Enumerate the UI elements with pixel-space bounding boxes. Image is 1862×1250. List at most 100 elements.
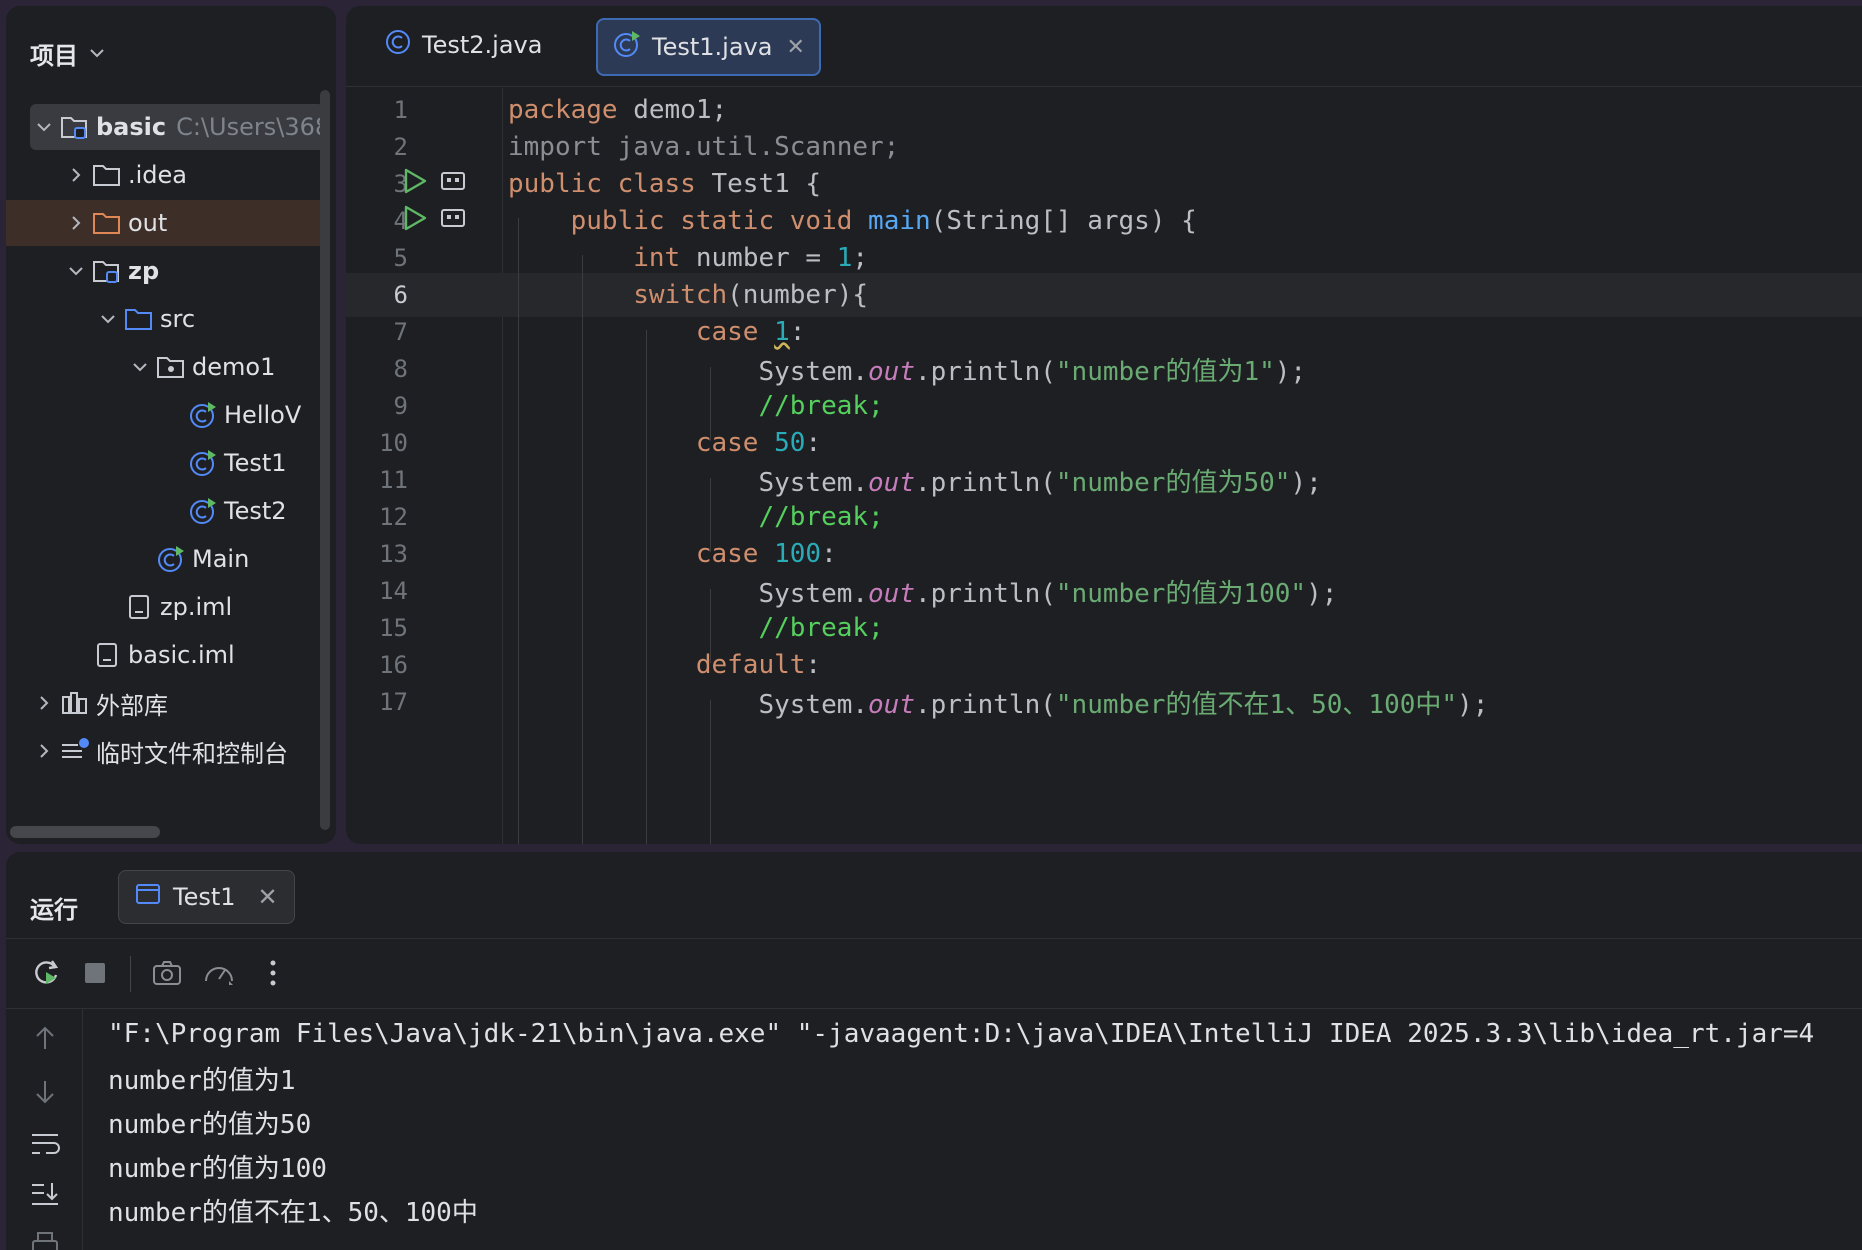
folder-icon [92, 161, 122, 189]
toolbar-divider [6, 938, 1862, 939]
tree-item-idea[interactable]: .idea [6, 152, 324, 198]
horizontal-scrollbar[interactable] [10, 826, 160, 838]
chevron-right-icon[interactable] [66, 214, 86, 232]
tree-item-basic-iml[interactable]: basic.iml [6, 632, 324, 678]
tree-item-label: .idea [128, 161, 188, 189]
console-side-toolbar [6, 1009, 83, 1250]
camera-icon[interactable] [150, 956, 184, 990]
chevron-right-icon[interactable] [34, 742, 54, 760]
tree-item-zp-iml[interactable]: zp.iml [6, 584, 324, 630]
run-gutter-icon[interactable] [402, 204, 428, 239]
console-line: number的值为50 [108, 1109, 312, 1140]
code-line: 17 System.out.println("number的值不在1、50、10… [346, 680, 1862, 724]
tree-item-label: zp [128, 257, 160, 285]
rerun-icon[interactable] [30, 956, 64, 990]
line-number: 12 [379, 503, 408, 531]
java-runnable-class-icon [612, 29, 642, 65]
chevron-down-icon[interactable] [130, 358, 150, 376]
console-output[interactable]: "F:\Program Files\Java\jdk-21\bin\java.e… [108, 1012, 1862, 1250]
tab-test2-java[interactable]: Test2.java [370, 18, 556, 72]
vertical-scrollbar[interactable] [320, 90, 330, 830]
project-header[interactable]: 项目 [30, 36, 106, 71]
console-line: number的值为100 [108, 1153, 327, 1184]
debug-gutter-icon[interactable] [440, 169, 466, 199]
package-icon [156, 353, 186, 381]
run-tab-label: Test1 [173, 883, 236, 911]
tree-item-src[interactable]: src [6, 296, 324, 342]
indent-guide [710, 367, 711, 441]
tree-item-test1[interactable]: Test1 [6, 440, 324, 486]
editor-panel: Test2.java Test1.java ✕ 1 package demo1;… [346, 6, 1862, 844]
line-number: 15 [379, 614, 408, 642]
tree-item-out[interactable]: out [6, 200, 324, 246]
chevron-down-icon[interactable] [98, 310, 118, 328]
tree-item-13[interactable]: 临时文件和控制台 [6, 728, 324, 774]
soft-wrap-icon[interactable] [28, 1127, 62, 1161]
console-icon [135, 883, 161, 911]
line-number: 2 [393, 133, 408, 161]
iml-file-icon [92, 641, 122, 669]
tree-item-basic[interactable]: basic C:\Users\3680 [30, 104, 324, 150]
indent-guide [518, 218, 519, 844]
profiler-gauge-icon[interactable] [202, 956, 236, 990]
line-number: 16 [379, 651, 408, 679]
more-options-icon[interactable] [256, 956, 290, 990]
close-icon[interactable]: ✕ [786, 35, 804, 60]
line-number: 4 [393, 207, 408, 235]
project-panel: 项目 basic C:\Users\3680 .idea out zp src demo1 H… [6, 6, 336, 844]
tree-item-hellov[interactable]: HelloV [6, 392, 324, 438]
line-number: 7 [393, 318, 408, 346]
close-icon[interactable]: ✕ [258, 883, 278, 911]
print-icon[interactable] [28, 1227, 62, 1250]
tree-item-label: Main [192, 545, 250, 573]
code-area[interactable]: 1 package demo1; 2 import java.util.Scan… [346, 88, 1862, 844]
tab-label: Test2.java [422, 31, 543, 59]
tree-item-label: 外部库 [96, 691, 168, 720]
source-folder-icon [124, 305, 154, 333]
module-folder-icon [60, 113, 90, 141]
tree-item-label: Test2 [224, 497, 287, 525]
excluded-folder-icon [92, 209, 122, 237]
tree-item-zp[interactable]: zp [6, 248, 324, 294]
scroll-to-end-icon[interactable] [28, 1177, 62, 1211]
tree-item-path: C:\Users\3680 [176, 113, 324, 141]
scratches-icon [60, 737, 90, 765]
console-line: number的值为1 [108, 1065, 296, 1096]
toolbar-bottom-divider [6, 1008, 1862, 1009]
project-title: 项目 [30, 42, 78, 70]
toolbar-separator [130, 956, 131, 992]
chevron-down-icon[interactable] [66, 262, 86, 280]
indent-guide [710, 700, 711, 844]
java-class-icon [156, 545, 186, 573]
java-class-icon [188, 497, 218, 525]
line-number: 8 [393, 355, 408, 383]
line-number: 11 [379, 466, 408, 494]
line-number: 17 [379, 688, 408, 716]
console-line: number的值不在1、50、100中 [108, 1197, 478, 1228]
tab-test1-java[interactable]: Test1.java ✕ [596, 18, 821, 76]
tree-item-label: HelloV [224, 401, 302, 429]
debug-gutter-icon[interactable] [440, 206, 466, 236]
chevron-down-icon[interactable] [34, 118, 54, 136]
module-folder-icon [92, 257, 122, 285]
run-title: 运行 [30, 896, 78, 924]
tree-item-label: out [128, 209, 168, 237]
tree-item-main[interactable]: Main [6, 536, 324, 582]
arrow-up-icon[interactable] [28, 1021, 62, 1055]
iml-file-icon [124, 593, 154, 621]
arrow-down-icon[interactable] [28, 1075, 62, 1109]
run-tab-test1[interactable]: Test1 ✕ [118, 870, 295, 924]
indent-guide [710, 478, 711, 552]
stop-icon[interactable] [78, 956, 112, 990]
line-number: 5 [393, 244, 408, 272]
indent-guide [582, 255, 583, 844]
java-class-icon [188, 401, 218, 429]
run-gutter-icon[interactable] [402, 167, 428, 202]
line-number: 3 [393, 170, 408, 198]
tree-item-demo1[interactable]: demo1 [6, 344, 324, 390]
chevron-right-icon[interactable] [66, 166, 86, 184]
tree-item-12[interactable]: 外部库 [6, 680, 324, 726]
tree-item-test2[interactable]: Test2 [6, 488, 324, 534]
tab-divider [346, 86, 1862, 87]
chevron-right-icon[interactable] [34, 694, 54, 712]
